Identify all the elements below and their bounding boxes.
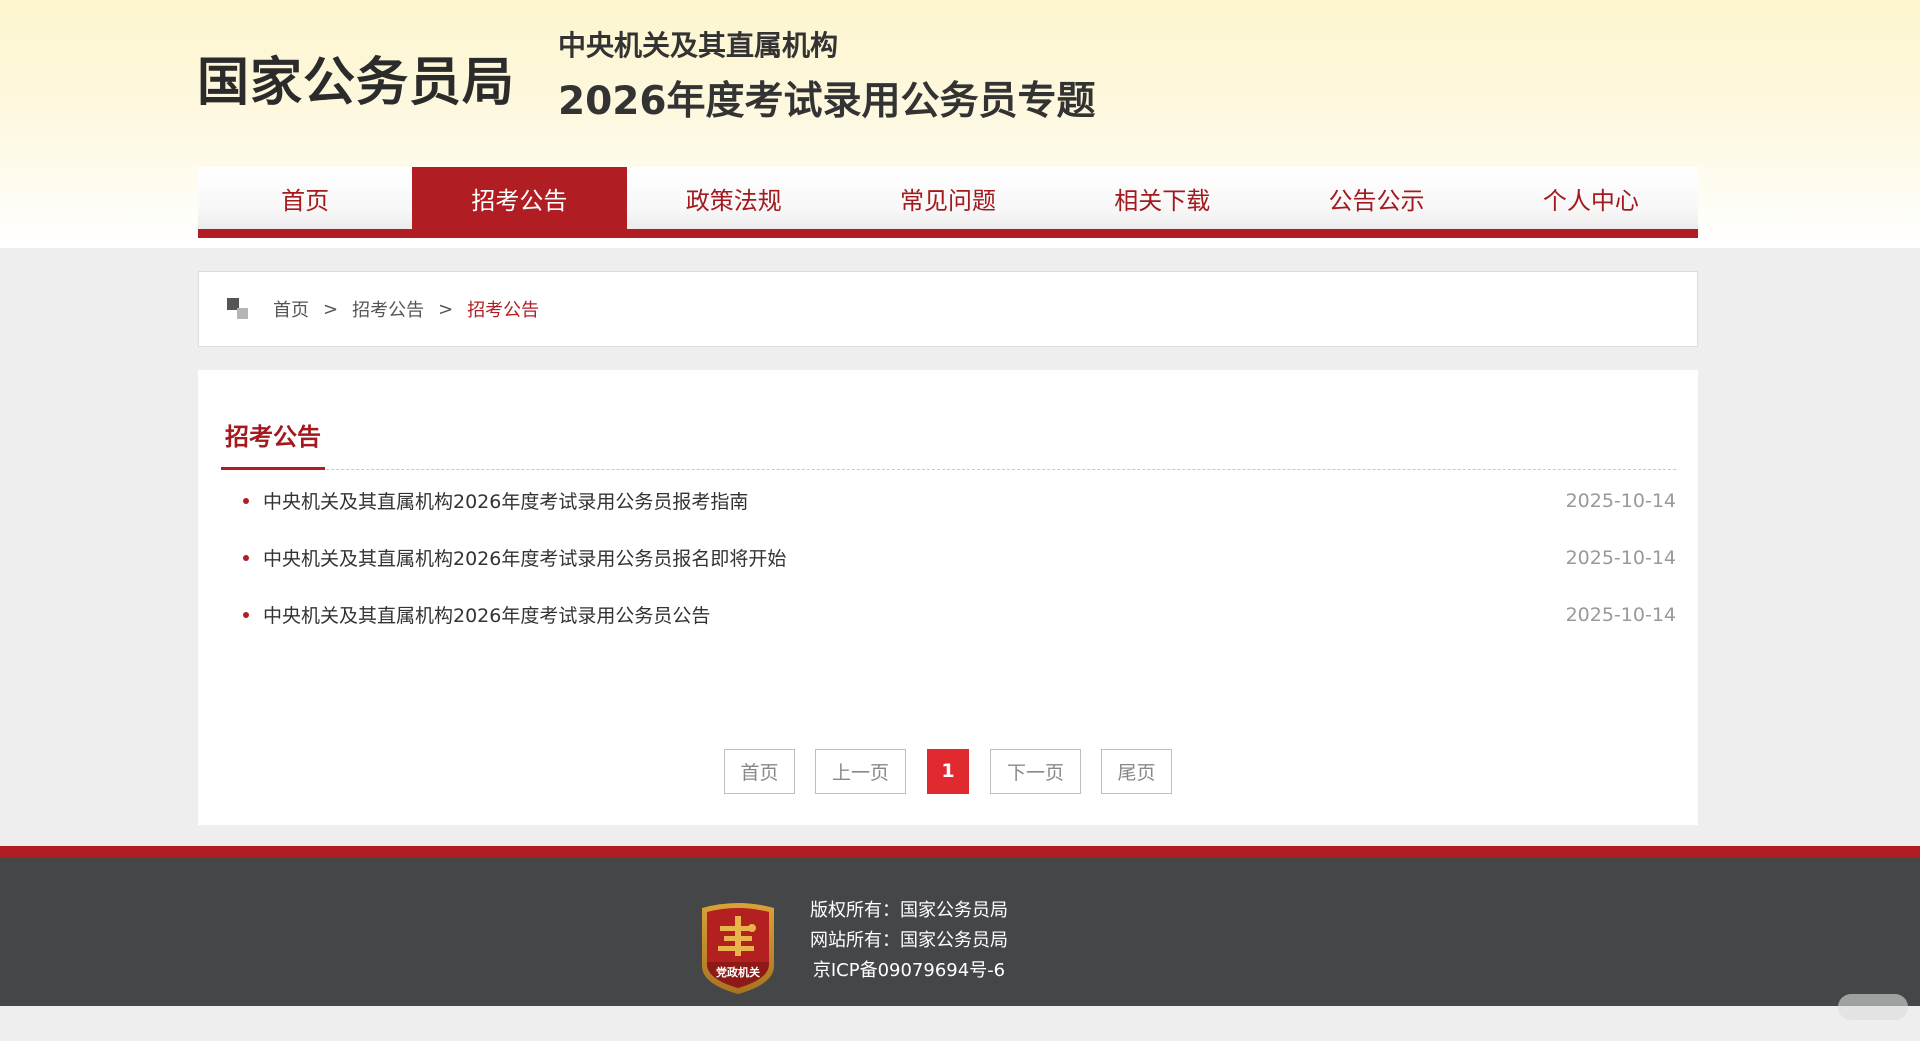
notice-date: 2025-10-14	[1565, 489, 1676, 512]
prev-page-button[interactable]: 上一页	[815, 748, 906, 794]
corner-badge	[1838, 994, 1908, 1020]
section-title: 招考公告	[221, 402, 325, 470]
notice-list-panel: 招考公告 中央机关及其直属机构2026年度考试录用公务员报考指南 2025-10…	[198, 370, 1698, 825]
bullet-icon	[243, 554, 249, 561]
nav-item-home[interactable]: 首页	[198, 167, 412, 229]
bullet-icon	[243, 611, 249, 618]
footer-copyright: 版权所有：国家公务员局	[810, 900, 1008, 921]
current-page-button[interactable]: 1	[927, 748, 969, 794]
main-nav: 首页 招考公告 政策法规 常见问题 相关下载 公告公示 个人中心	[198, 167, 1698, 238]
breadcrumb-separator: >	[438, 298, 454, 320]
notice-date: 2025-10-14	[1565, 546, 1676, 569]
first-page-button[interactable]: 首页	[724, 748, 795, 794]
bullet-icon	[243, 497, 249, 504]
notice-list: 中央机关及其直属机构2026年度考试录用公务员报考指南 2025-10-14 中…	[243, 472, 1676, 643]
list-item[interactable]: 中央机关及其直属机构2026年度考试录用公务员报名即将开始 2025-10-14	[243, 529, 1676, 586]
party-government-seal-icon[interactable]: 党政机关	[698, 900, 778, 996]
notice-title[interactable]: 中央机关及其直属机构2026年度考试录用公务员公告	[263, 601, 710, 628]
next-page-button[interactable]: 下一页	[990, 748, 1081, 794]
location-icon	[227, 298, 249, 320]
footer-info: 版权所有：国家公务员局 网站所有：国家公务员局 京ICP备09079694号-6	[810, 896, 1008, 986]
nav-item-personal-center[interactable]: 个人中心	[1484, 167, 1698, 229]
nav-item-recruitment-notices[interactable]: 招考公告	[412, 167, 627, 229]
footer-icp-link[interactable]: 京ICP备09079694号-6	[810, 956, 1008, 986]
breadcrumb-separator: >	[323, 298, 339, 320]
site-footer: 党政机关 版权所有：国家公务员局 网站所有：国家公务员局 京ICP备090796…	[0, 858, 1920, 1006]
list-item[interactable]: 中央机关及其直属机构2026年度考试录用公务员公告 2025-10-14	[243, 586, 1676, 643]
footer-accent-bar	[0, 846, 1920, 858]
notice-date: 2025-10-14	[1565, 603, 1676, 626]
site-header: 国家公务员局 中央机关及其直属机构 2026年度考试录用公务员专题 首页 招考公…	[0, 0, 1920, 248]
header-subtitle-topic: 2026年度考试录用公务员专题	[558, 79, 1096, 124]
list-item[interactable]: 中央机关及其直属机构2026年度考试录用公务员报考指南 2025-10-14	[243, 472, 1676, 529]
breadcrumb-current: 招考公告	[467, 300, 540, 321]
notice-title[interactable]: 中央机关及其直属机构2026年度考试录用公务员报考指南	[263, 487, 748, 514]
seal-text: 党政机关	[716, 965, 760, 979]
nav-item-policies[interactable]: 政策法规	[627, 167, 841, 229]
pagination: 首页 上一页 1 下一页 尾页	[198, 748, 1698, 794]
breadcrumb-parent[interactable]: 招考公告	[352, 296, 424, 322]
nav-item-faq[interactable]: 常见问题	[841, 167, 1055, 229]
nav-item-announcements[interactable]: 公告公示	[1269, 167, 1483, 229]
header-subtitle-organization: 中央机关及其直属机构	[558, 29, 839, 62]
notice-title[interactable]: 中央机关及其直属机构2026年度考试录用公务员报名即将开始	[263, 544, 786, 571]
breadcrumb: 首页 > 招考公告 > 招考公告	[198, 271, 1698, 347]
section-header: 招考公告	[221, 402, 1676, 470]
last-page-button[interactable]: 尾页	[1101, 748, 1172, 794]
breadcrumb-home[interactable]: 首页	[273, 296, 309, 322]
nav-item-downloads[interactable]: 相关下载	[1055, 167, 1269, 229]
footer-site-owner: 网站所有：国家公务员局	[810, 930, 1008, 951]
site-brand[interactable]: 国家公务员局	[197, 40, 515, 115]
